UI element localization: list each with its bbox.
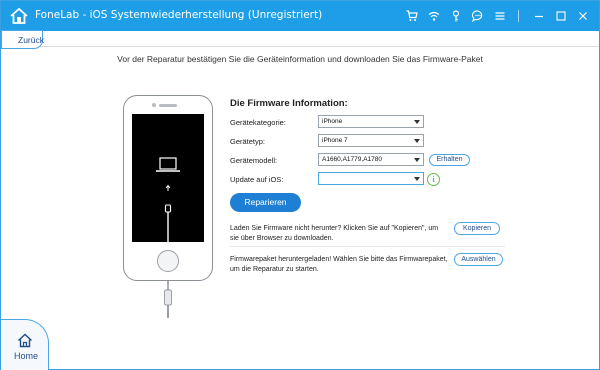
home-icon — [18, 333, 32, 348]
type-label: Gerätetyp: — [230, 137, 266, 146]
model-label: Gerätemodell: — [230, 156, 278, 165]
home-label: Home — [14, 351, 39, 361]
ios-label: Update auf iOS: — [230, 175, 284, 184]
chevron-down-icon — [414, 158, 420, 162]
title-bar-icons — [398, 8, 591, 24]
minimize-icon[interactable] — [531, 8, 547, 24]
ios-version-select[interactable] — [318, 172, 424, 185]
connect-to-computer-icon — [156, 157, 180, 242]
get-button[interactable]: Erhalten — [429, 154, 470, 166]
firmware-heading: Die Firmware Information: — [230, 98, 348, 109]
copy-button[interactable]: Kopieren — [454, 222, 500, 235]
repair-button[interactable]: Reparieren — [230, 193, 301, 212]
instruction-text: Vor der Reparatur bestätigen Sie die Ger… — [117, 54, 483, 64]
home-logo-icon — [10, 7, 28, 24]
type-value: iPhone 7 — [322, 137, 348, 144]
category-select[interactable]: iPhone — [318, 115, 424, 128]
chevron-down-icon — [414, 177, 420, 181]
home-button[interactable]: Home — [1, 319, 49, 370]
title-bar: FoneLab - iOS Systemwiederherstellung (U… — [1, 1, 599, 31]
type-select[interactable]: iPhone 7 — [318, 134, 424, 147]
model-value: A1660,A1779,A1780 — [322, 156, 382, 163]
chevron-down-icon — [414, 120, 420, 124]
select-button[interactable]: Auswählen — [454, 253, 503, 266]
copy-note: Laden Sie Firmware nicht herunter? Klick… — [230, 225, 439, 242]
cart-icon[interactable] — [404, 8, 420, 24]
model-select[interactable]: A1660,A1779,A1780 — [318, 153, 424, 166]
navigation-bar — [1, 31, 599, 47]
select-note: Firmwarepaket heruntergeladen! Wählen Si… — [230, 256, 448, 273]
iphone-illustration — [123, 95, 213, 281]
app-window: FoneLab - iOS Systemwiederherstellung (U… — [0, 0, 600, 370]
window-title: FoneLab - iOS Systemwiederherstellung (U… — [35, 9, 323, 21]
lightning-cable-icon — [164, 280, 172, 318]
phone-home-button — [157, 250, 179, 272]
category-label: Gerätekategorie: — [230, 118, 286, 127]
category-value: iPhone — [322, 118, 343, 125]
back-button[interactable]: Zurück — [1, 30, 44, 49]
key-icon[interactable] — [448, 8, 464, 24]
chat-icon[interactable] — [470, 8, 486, 24]
chevron-down-icon — [414, 139, 420, 143]
phone-screen — [132, 114, 204, 242]
back-label: Zurück — [18, 34, 44, 45]
restore-icon[interactable] — [553, 8, 569, 24]
info-icon[interactable]: i — [427, 173, 440, 186]
close-icon[interactable] — [575, 8, 591, 24]
phone-camera — [152, 103, 156, 107]
phone-speaker — [159, 104, 177, 107]
wifi-icon[interactable] — [426, 8, 442, 24]
section-divider — [230, 246, 505, 247]
title-bar-divider — [518, 10, 519, 22]
menu-icon[interactable] — [492, 8, 508, 24]
